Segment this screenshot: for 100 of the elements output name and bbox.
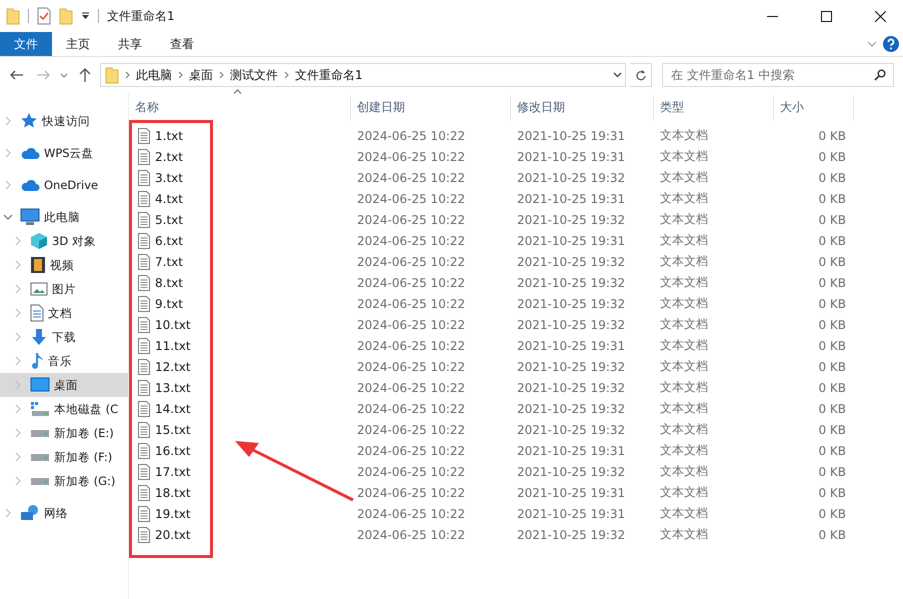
sidebar-item[interactable]: OneDrive — [0, 173, 128, 197]
breadcrumb-separator-icon[interactable] — [125, 71, 130, 79]
column-header[interactable]: 创建日期 — [351, 95, 511, 120]
text-file-icon — [138, 128, 150, 144]
table-cell-text: 0 KB — [817, 444, 847, 458]
table-cell-text: 2021-10-25 19:32 — [516, 170, 626, 184]
file-name[interactable]: 18.txt — [155, 486, 191, 500]
sidebar-item[interactable]: 新加卷 (E:) — [0, 421, 128, 445]
file-name[interactable]: 14.txt — [155, 402, 191, 416]
column-header[interactable]: 大小 — [774, 95, 854, 120]
file-name[interactable]: 2.txt — [155, 150, 183, 164]
breadcrumb-separator-icon[interactable] — [178, 71, 183, 79]
file-name[interactable]: 4.txt — [155, 192, 183, 206]
text-file-icon — [138, 380, 150, 396]
column-header[interactable]: 修改日期 — [511, 95, 654, 120]
sidebar-item[interactable]: 此电脑 — [0, 205, 128, 229]
sidebar-item[interactable]: 本地磁盘 (C — [0, 397, 128, 421]
table-cell-text: 2021-10-25 19:32 — [516, 402, 626, 416]
text-file-icon — [138, 422, 150, 438]
folder-icon — [105, 66, 119, 84]
table-cell-text: 2021-10-25 19:32 — [516, 380, 626, 394]
search-field[interactable]: 在 文件重命名1 中搜索 — [662, 63, 894, 87]
maximize-icon — [820, 10, 832, 22]
file-name[interactable]: 13.txt — [155, 380, 191, 394]
sidebar-item[interactable]: 网络 — [0, 501, 128, 525]
expand-chevron-icon[interactable] — [3, 212, 13, 222]
table-cell-text: 0 KB — [817, 402, 847, 416]
table-cell-text: 文本文档 — [659, 505, 709, 522]
table-cell-text: 2021-10-25 19:32 — [516, 212, 626, 226]
text-file-icon — [138, 400, 150, 416]
table-cell-text: 2024-06-25 10:22 — [356, 170, 466, 184]
breadcrumb[interactable]: 桌面 — [189, 66, 213, 84]
sidebar-item[interactable]: 文档 — [0, 301, 128, 325]
file-name[interactable]: 19.txt — [155, 506, 191, 520]
table-cell-text: 文本文档 — [659, 316, 709, 333]
breadcrumb[interactable]: 此电脑 — [136, 66, 172, 84]
column-header[interactable]: 名称 — [129, 95, 351, 120]
file-name[interactable]: 10.txt — [155, 318, 191, 332]
sidebar-item[interactable]: 音乐 — [0, 349, 128, 373]
drive-icon — [30, 452, 50, 462]
file-name[interactable]: 6.txt — [155, 234, 183, 248]
sidebar-item[interactable]: 新加卷 (F:) — [0, 445, 128, 469]
desktop-icon — [30, 377, 50, 393]
sidebar-item[interactable]: 图片 — [0, 277, 128, 301]
sidebar-item[interactable]: 视频 — [0, 253, 128, 277]
sidebar-item[interactable]: 3D 对象 — [0, 229, 128, 253]
folder-icon — [6, 7, 20, 25]
properties-icon[interactable] — [37, 7, 51, 25]
table-cell-text: 2024-06-25 10:22 — [356, 234, 466, 248]
table-cell-text: 2024-06-25 10:22 — [356, 380, 466, 394]
file-name[interactable]: 7.txt — [155, 254, 183, 268]
table-cell-text: 文本文档 — [659, 421, 709, 438]
table-cell-text: 0 KB — [817, 318, 847, 332]
table-cell-text: 0 KB — [817, 338, 847, 352]
table-cell-text: 2021-10-25 19:32 — [516, 528, 626, 542]
help-icon[interactable] — [883, 36, 899, 52]
table-cell-text: 0 KB — [817, 506, 847, 520]
column-header[interactable]: 类型 — [654, 95, 774, 120]
table-cell-text: 2021-10-25 19:31 — [516, 150, 626, 164]
window-title: 文件重命名1 — [107, 8, 176, 24]
breadcrumb-separator-icon[interactable] — [219, 71, 224, 79]
breadcrumb-separator-icon[interactable] — [284, 71, 289, 79]
expand-ribbon-icon[interactable] — [867, 41, 877, 47]
file-name[interactable]: 20.txt — [155, 528, 191, 542]
ribbon-tab[interactable]: 文件 — [0, 32, 52, 56]
file-name[interactable]: 9.txt — [155, 296, 183, 310]
refresh-button[interactable] — [630, 63, 652, 87]
file-name[interactable]: 8.txt — [155, 276, 183, 290]
text-file-icon — [138, 190, 150, 206]
table-cell-text: 2024-06-25 10:22 — [356, 528, 466, 542]
table-cell-text: 文本文档 — [659, 232, 709, 249]
sidebar-item[interactable]: 下载 — [0, 325, 128, 349]
file-name[interactable]: 11.txt — [155, 338, 191, 352]
dropdown-caret-icon[interactable] — [81, 12, 90, 20]
cube-icon — [30, 232, 48, 250]
sidebar-item[interactable]: WPS云盘 — [0, 141, 128, 165]
table-cell-text: 文本文档 — [659, 127, 709, 144]
ribbon-tab[interactable]: 共享 — [104, 32, 156, 56]
file-name[interactable]: 16.txt — [155, 444, 191, 458]
file-name[interactable]: 12.txt — [155, 360, 191, 374]
ribbon-tab[interactable]: 查看 — [156, 32, 208, 56]
breadcrumb[interactable]: 文件重命名1 — [295, 66, 363, 84]
text-file-icon — [138, 442, 150, 458]
table-cell-text: 文本文档 — [659, 484, 709, 501]
ribbon-tab[interactable]: 主页 — [52, 32, 104, 56]
sidebar-item[interactable]: 快速访问 — [0, 109, 128, 133]
close-icon — [874, 10, 886, 22]
up-arrow-icon — [79, 68, 91, 82]
table-cell-text: 文本文档 — [659, 526, 709, 543]
sidebar-item[interactable]: 新加卷 (G:) — [0, 469, 128, 493]
table-cell-text: 2021-10-25 19:32 — [516, 464, 626, 478]
breadcrumb[interactable]: 测试文件 — [230, 66, 278, 84]
file-name[interactable]: 17.txt — [155, 464, 191, 478]
file-name[interactable]: 3.txt — [155, 170, 183, 184]
table-cell-text: 2021-10-25 19:31 — [516, 444, 626, 458]
sidebar-item[interactable]: 桌面 — [0, 373, 128, 397]
table-cell-text: 0 KB — [817, 192, 847, 206]
file-name[interactable]: 1.txt — [155, 128, 183, 142]
file-name[interactable]: 5.txt — [155, 212, 183, 226]
file-name[interactable]: 15.txt — [155, 422, 191, 436]
